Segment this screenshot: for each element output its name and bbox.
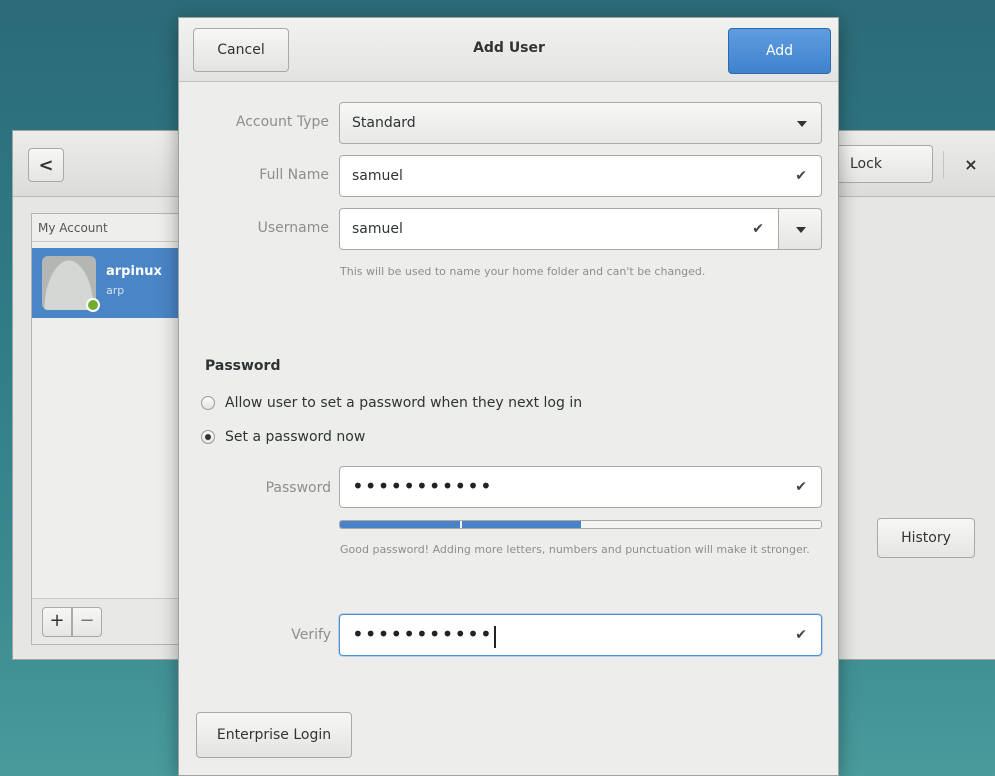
- username-suggestions-button[interactable]: [778, 208, 822, 250]
- password-strength-bar: [339, 520, 822, 529]
- enterprise-login-button[interactable]: Enterprise Login: [196, 712, 352, 758]
- radio-next-login-label: Allow user to set a password when they n…: [225, 395, 583, 411]
- verify-field[interactable]: ••••••••••• ✔: [339, 614, 822, 656]
- back-arrow-icon: <: [38, 154, 54, 176]
- radio-button[interactable]: [201, 396, 215, 410]
- user-row-arpinux[interactable]: arpinux arp: [32, 248, 187, 318]
- back-button[interactable]: <: [28, 148, 64, 182]
- checkmark-icon: ✔: [752, 221, 764, 237]
- add-user-dialog: Cancel Add User Add Account Type Standar…: [178, 17, 839, 776]
- cancel-button[interactable]: Cancel: [193, 28, 289, 72]
- account-type-value: Standard: [352, 115, 416, 131]
- verify-label: Verify: [291, 627, 331, 643]
- account-type-label: Account Type: [235, 114, 329, 130]
- username-value: samuel: [352, 221, 403, 237]
- full-name-label: Full Name: [259, 167, 329, 183]
- radio-button-selected[interactable]: [201, 430, 215, 444]
- online-status-icon: [86, 298, 100, 312]
- password-label: Password: [265, 480, 331, 496]
- chevron-down-icon: [797, 121, 807, 127]
- checkmark-icon: ✔: [795, 479, 807, 495]
- password-value: •••••••••••: [352, 474, 493, 498]
- username-field[interactable]: samuel ✔: [339, 208, 779, 250]
- radio-next-login[interactable]: Allow user to set a password when they n…: [201, 395, 582, 411]
- remove-user-button[interactable]: −: [72, 607, 102, 637]
- user-login: arp: [106, 284, 125, 297]
- radio-set-now-label: Set a password now: [225, 429, 366, 445]
- radio-set-now[interactable]: Set a password now: [201, 429, 365, 445]
- dialog-title: Add User: [473, 40, 545, 56]
- list-heading: My Account: [32, 214, 186, 242]
- add-user-button[interactable]: +: [42, 607, 72, 637]
- chevron-down-icon: [796, 227, 806, 233]
- password-strength-hint: Good password! Adding more letters, numb…: [340, 543, 810, 556]
- password-section-title: Password: [205, 358, 281, 374]
- history-button[interactable]: History: [877, 518, 975, 558]
- header-separator: [943, 151, 944, 179]
- checkmark-icon: ✔: [795, 627, 807, 643]
- account-type-combo[interactable]: Standard: [339, 102, 822, 144]
- full-name-value: samuel: [352, 168, 403, 184]
- full-name-field[interactable]: samuel ✔: [339, 155, 822, 197]
- lock-button[interactable]: Lock: [833, 145, 933, 183]
- username-label: Username: [257, 220, 329, 236]
- username-hint: This will be used to name your home fold…: [340, 265, 706, 278]
- password-field[interactable]: ••••••••••• ✔: [339, 466, 822, 508]
- strength-tick: [460, 521, 463, 528]
- add-button[interactable]: Add: [728, 28, 831, 74]
- close-icon[interactable]: ×: [959, 151, 983, 179]
- strength-tick: [700, 521, 703, 528]
- user-name: arpinux: [106, 264, 162, 279]
- dialog-header: Cancel Add User Add: [179, 18, 838, 82]
- user-list: My Account arpinux arp + −: [31, 213, 187, 645]
- strength-tick: [580, 521, 583, 528]
- checkmark-icon: ✔: [795, 168, 807, 184]
- list-footer: + −: [32, 598, 187, 644]
- verify-value: •••••••••••: [352, 622, 493, 646]
- text-cursor: [493, 626, 496, 648]
